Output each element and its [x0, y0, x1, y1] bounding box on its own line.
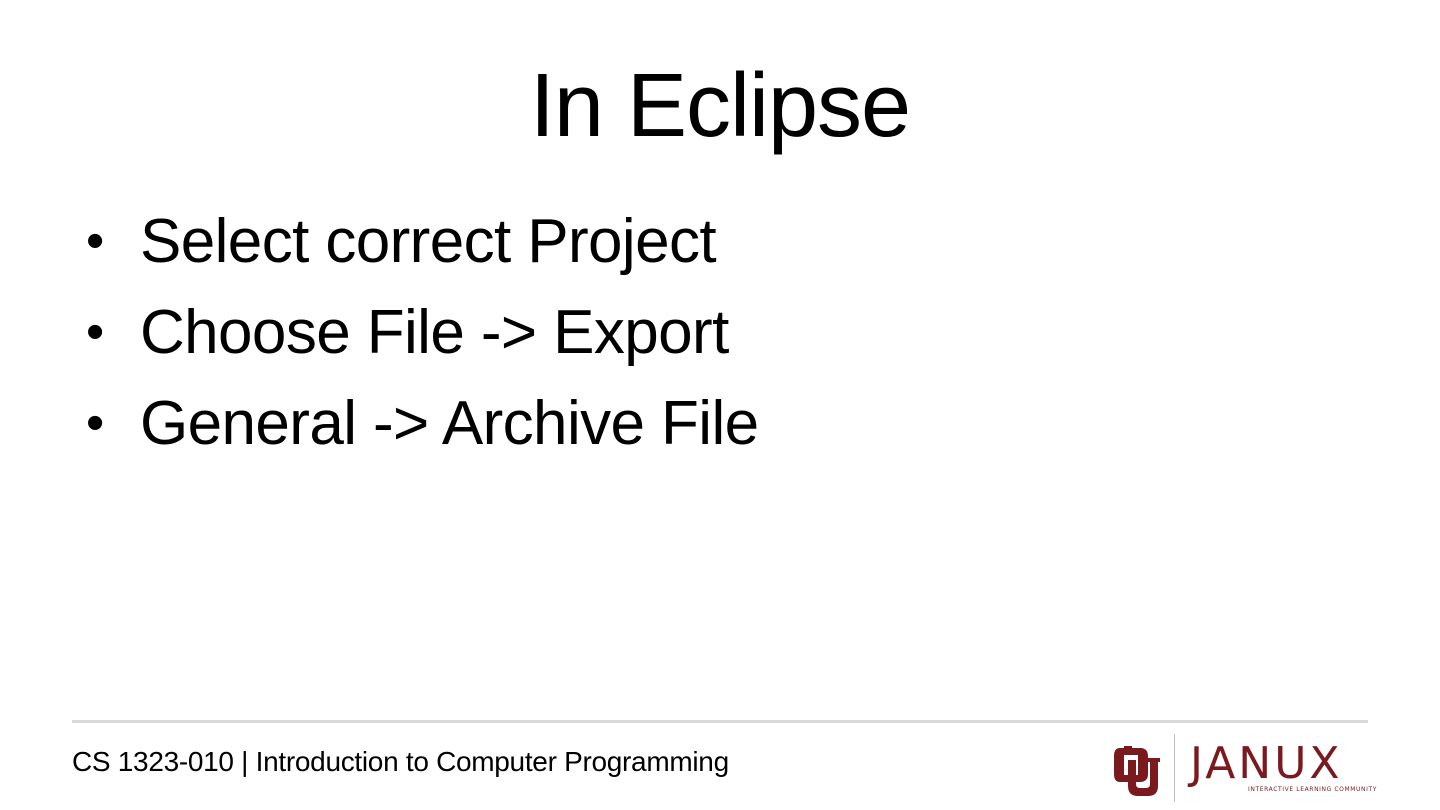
slide: In Eclipse • Select correct Project • Ch…: [0, 0, 1440, 810]
bullet-item: • General -> Archive File: [80, 378, 759, 469]
bullet-text: Choose File -> Export: [140, 298, 729, 367]
bullet-dot: •: [86, 212, 104, 270]
logo-divider: [1174, 734, 1175, 802]
ou-interlocking-logo-icon: [1114, 746, 1160, 796]
bullet-item: • Select correct Project: [80, 196, 759, 287]
footer-divider: [72, 720, 1368, 723]
slide-title: In Eclipse: [529, 56, 911, 156]
bullet-dot: •: [86, 303, 104, 361]
bullet-text: Select correct Project: [140, 207, 717, 276]
bullet-text: General -> Archive File: [140, 389, 759, 458]
course-footer: CS 1323-010 | Introduction to Computer P…: [72, 746, 729, 777]
janux-tagline: INTERACTIVE LEARNING COMMUNITY: [1248, 786, 1378, 793]
janux-wordmark: JANUX: [1190, 738, 1343, 789]
bullet-list: • Select correct Project • Choose File -…: [80, 196, 759, 469]
janux-logo: JANUX INTERACTIVE LEARNING COMMUNITY: [1110, 732, 1380, 802]
bullet-item: • Choose File -> Export: [80, 287, 759, 378]
bullet-dot: •: [86, 394, 104, 452]
